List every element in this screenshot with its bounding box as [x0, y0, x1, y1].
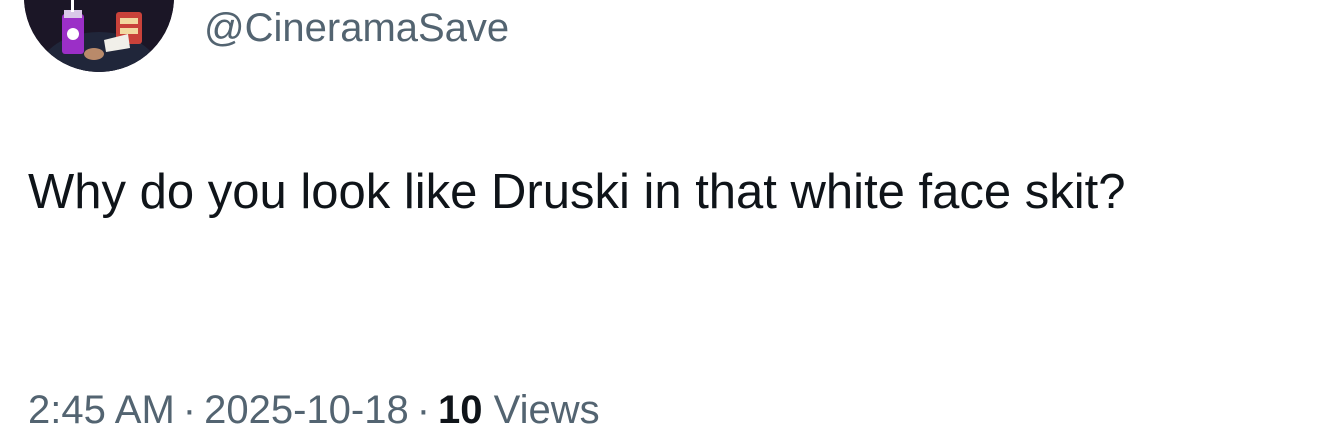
tweet-date[interactable]: 2025-10-18 — [204, 388, 409, 432]
author-handle[interactable]: @CineramaSave — [204, 4, 509, 52]
meta-separator: · — [416, 388, 431, 432]
views-count[interactable]: 10 — [438, 388, 483, 432]
tweet-text: Why do you look like Druski in that whit… — [28, 165, 1126, 219]
views-label[interactable]: Views — [494, 388, 600, 432]
tweet-meta: 2:45 AM · 2025-10-18 · 10 Views — [28, 384, 600, 436]
tweet-time[interactable]: 2:45 AM — [28, 388, 175, 432]
avatar[interactable] — [24, 0, 174, 72]
meta-separator: · — [182, 388, 197, 432]
avatar-image — [24, 0, 174, 72]
